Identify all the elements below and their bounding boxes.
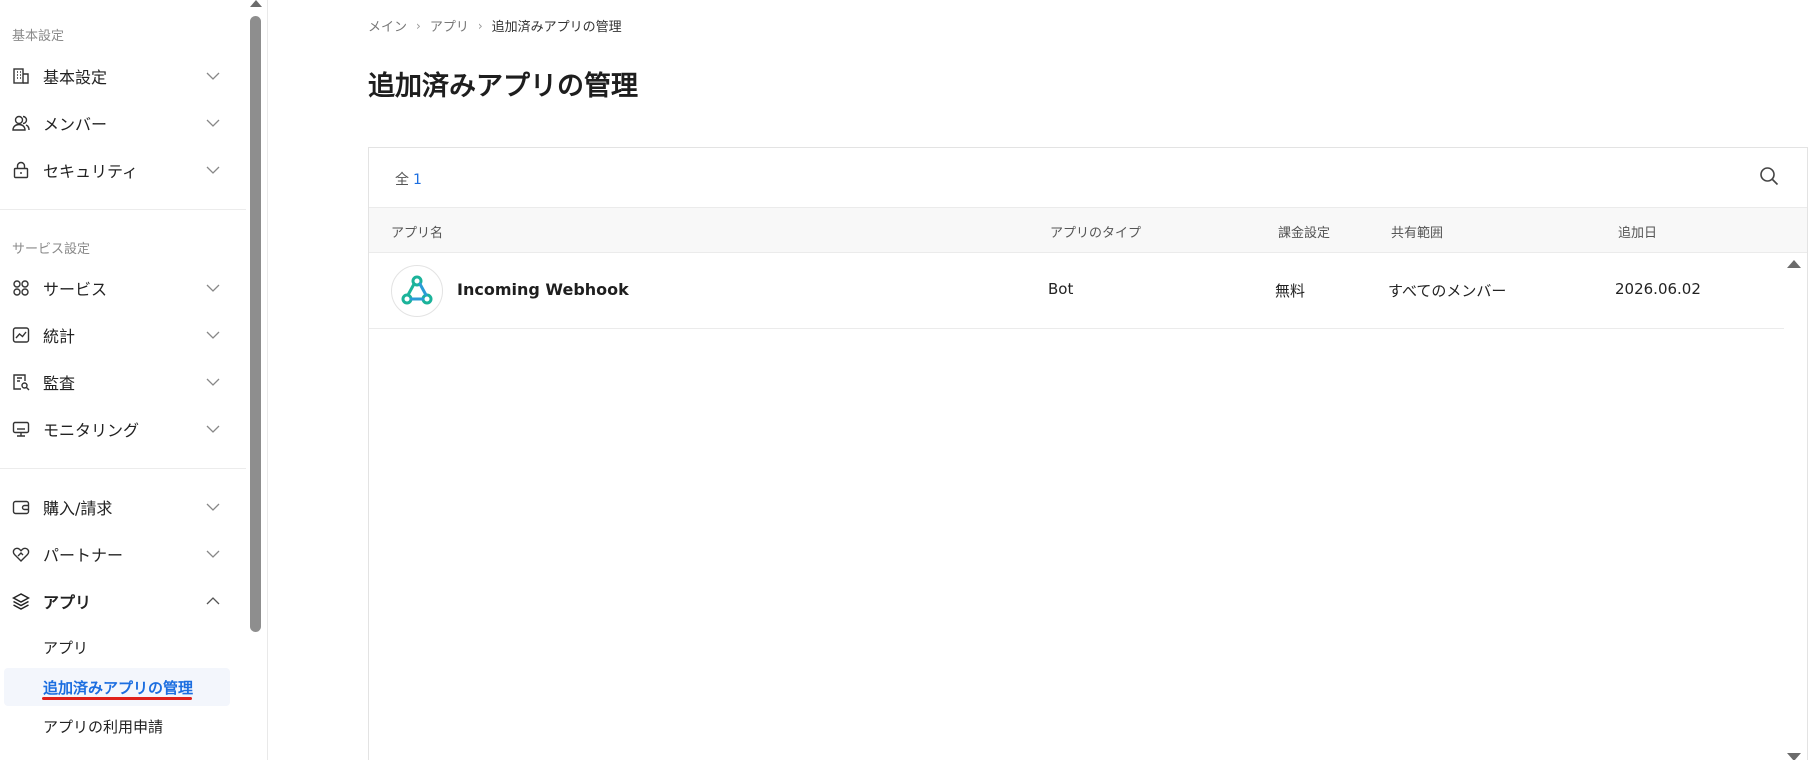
app-scope: すべてのメンバー	[1388, 282, 1507, 300]
section-title-basic: 基本設定	[12, 29, 65, 44]
sidebar-item-label: 統計	[43, 327, 76, 346]
section-title-service: サービス設定	[12, 242, 91, 257]
chart-icon	[11, 325, 31, 345]
sidebar-item-label: 基本設定	[43, 68, 108, 87]
page-title: 追加済みアプリの管理	[368, 71, 638, 102]
chevron-down-icon	[204, 498, 222, 516]
chevron-down-icon	[204, 326, 222, 344]
building-icon	[11, 66, 31, 86]
webhook-icon	[391, 265, 443, 317]
apps-table-panel: 全1 アプリ名 アプリのタイプ 課金設定 共有範囲 追加日 Incoming W…	[368, 147, 1808, 760]
sidebar-item-basic-settings[interactable]: 基本設定	[0, 56, 240, 96]
annotation-underline	[42, 697, 192, 700]
sidebar-item-billing[interactable]: 購入/請求	[0, 487, 240, 527]
grid-icon	[11, 278, 31, 298]
search-button[interactable]	[1757, 166, 1781, 190]
app-added-date: 2026.06.02	[1615, 280, 1701, 298]
sidebar-item-label: メンバー	[43, 115, 108, 134]
total-count: 全1	[395, 169, 422, 189]
sidebar-item-security[interactable]: セキュリティ	[0, 150, 240, 190]
scroll-up-arrow-icon[interactable]	[1787, 260, 1801, 268]
sidebar-item-label: サービス	[43, 280, 108, 299]
chevron-down-icon	[204, 67, 222, 85]
sidebar-item-label: モニタリング	[43, 421, 140, 440]
sidebar-subitem-label: アプリ	[43, 638, 89, 657]
breadcrumb-current: 追加済みアプリの管理	[491, 20, 622, 35]
chevron-down-icon	[204, 114, 222, 132]
lock-icon	[11, 160, 31, 180]
sidebar-subitem-added-apps[interactable]: 追加済みアプリの管理	[4, 668, 230, 706]
sidebar-item-stats[interactable]: 統計	[0, 315, 240, 355]
sidebar-divider	[0, 209, 246, 210]
users-icon	[11, 113, 31, 133]
chevron-right-icon: ›	[416, 18, 421, 33]
app-name[interactable]: Incoming Webhook	[457, 280, 629, 299]
sidebar-divider	[0, 468, 246, 469]
sidebar: 基本設定 基本設定 メンバー セキュリティ サービス設定 サービス 統計 監査 …	[0, 0, 268, 760]
column-header-name[interactable]: アプリ名	[391, 222, 443, 241]
sidebar-subitem-app-requests[interactable]: アプリの利用申請	[4, 707, 230, 745]
column-header-scope[interactable]: 共有範囲	[1391, 222, 1443, 241]
chevron-up-icon	[204, 592, 222, 610]
column-header-billing[interactable]: 課金設定	[1278, 222, 1330, 241]
sidebar-item-service[interactable]: サービス	[0, 268, 240, 308]
chevron-down-icon	[204, 545, 222, 563]
chevron-down-icon	[204, 373, 222, 391]
sidebar-item-audit[interactable]: 監査	[0, 362, 240, 402]
sidebar-item-label: アプリ	[43, 593, 92, 612]
monitor-icon	[11, 419, 31, 439]
chevron-down-icon	[204, 420, 222, 438]
sidebar-item-members[interactable]: メンバー	[0, 103, 240, 143]
total-count-label: 全	[395, 172, 409, 188]
sidebar-subitem-label: アプリの利用申請	[43, 717, 164, 736]
table-row[interactable]: Incoming Webhook Bot 無料 すべてのメンバー 2026.06…	[369, 253, 1784, 329]
chevron-right-icon: ›	[477, 18, 483, 33]
table-header: アプリ名 アプリのタイプ 課金設定 共有範囲 追加日	[369, 207, 1807, 253]
scroll-down-arrow-icon[interactable]	[1787, 753, 1801, 760]
sidebar-subitem-label: 追加済みアプリの管理	[43, 678, 194, 697]
sidebar-item-label: 購入/請求	[43, 499, 113, 518]
sidebar-item-monitoring[interactable]: モニタリング	[0, 409, 240, 449]
chevron-down-icon	[204, 161, 222, 179]
handshake-icon	[11, 544, 31, 564]
sidebar-scrollbar-thumb[interactable]	[250, 16, 261, 632]
sidebar-subitem-apps[interactable]: アプリ	[4, 628, 230, 666]
layers-icon	[11, 591, 31, 611]
sidebar-item-label: パートナー	[43, 546, 124, 565]
sidebar-item-label: 監査	[43, 374, 76, 393]
search-icon	[1759, 166, 1779, 190]
total-count-value: 1	[413, 172, 422, 188]
breadcrumb: メイン › アプリ › 追加済みアプリの管理	[368, 16, 622, 36]
column-header-type[interactable]: アプリのタイプ	[1050, 222, 1141, 241]
sidebar-item-label: セキュリティ	[43, 162, 139, 181]
chevron-down-icon	[204, 279, 222, 297]
wallet-icon	[11, 497, 31, 517]
column-header-added[interactable]: 追加日	[1618, 222, 1657, 241]
sidebar-item-partner[interactable]: パートナー	[0, 534, 240, 574]
app-billing: 無料	[1275, 282, 1306, 300]
audit-icon	[11, 372, 31, 392]
breadcrumb-apps[interactable]: アプリ	[430, 16, 469, 35]
scroll-up-arrow-icon[interactable]	[250, 0, 262, 7]
sidebar-item-apps[interactable]: アプリ	[0, 581, 240, 621]
breadcrumb-main[interactable]: メイン	[368, 16, 407, 35]
app-type: Bot	[1048, 280, 1074, 298]
